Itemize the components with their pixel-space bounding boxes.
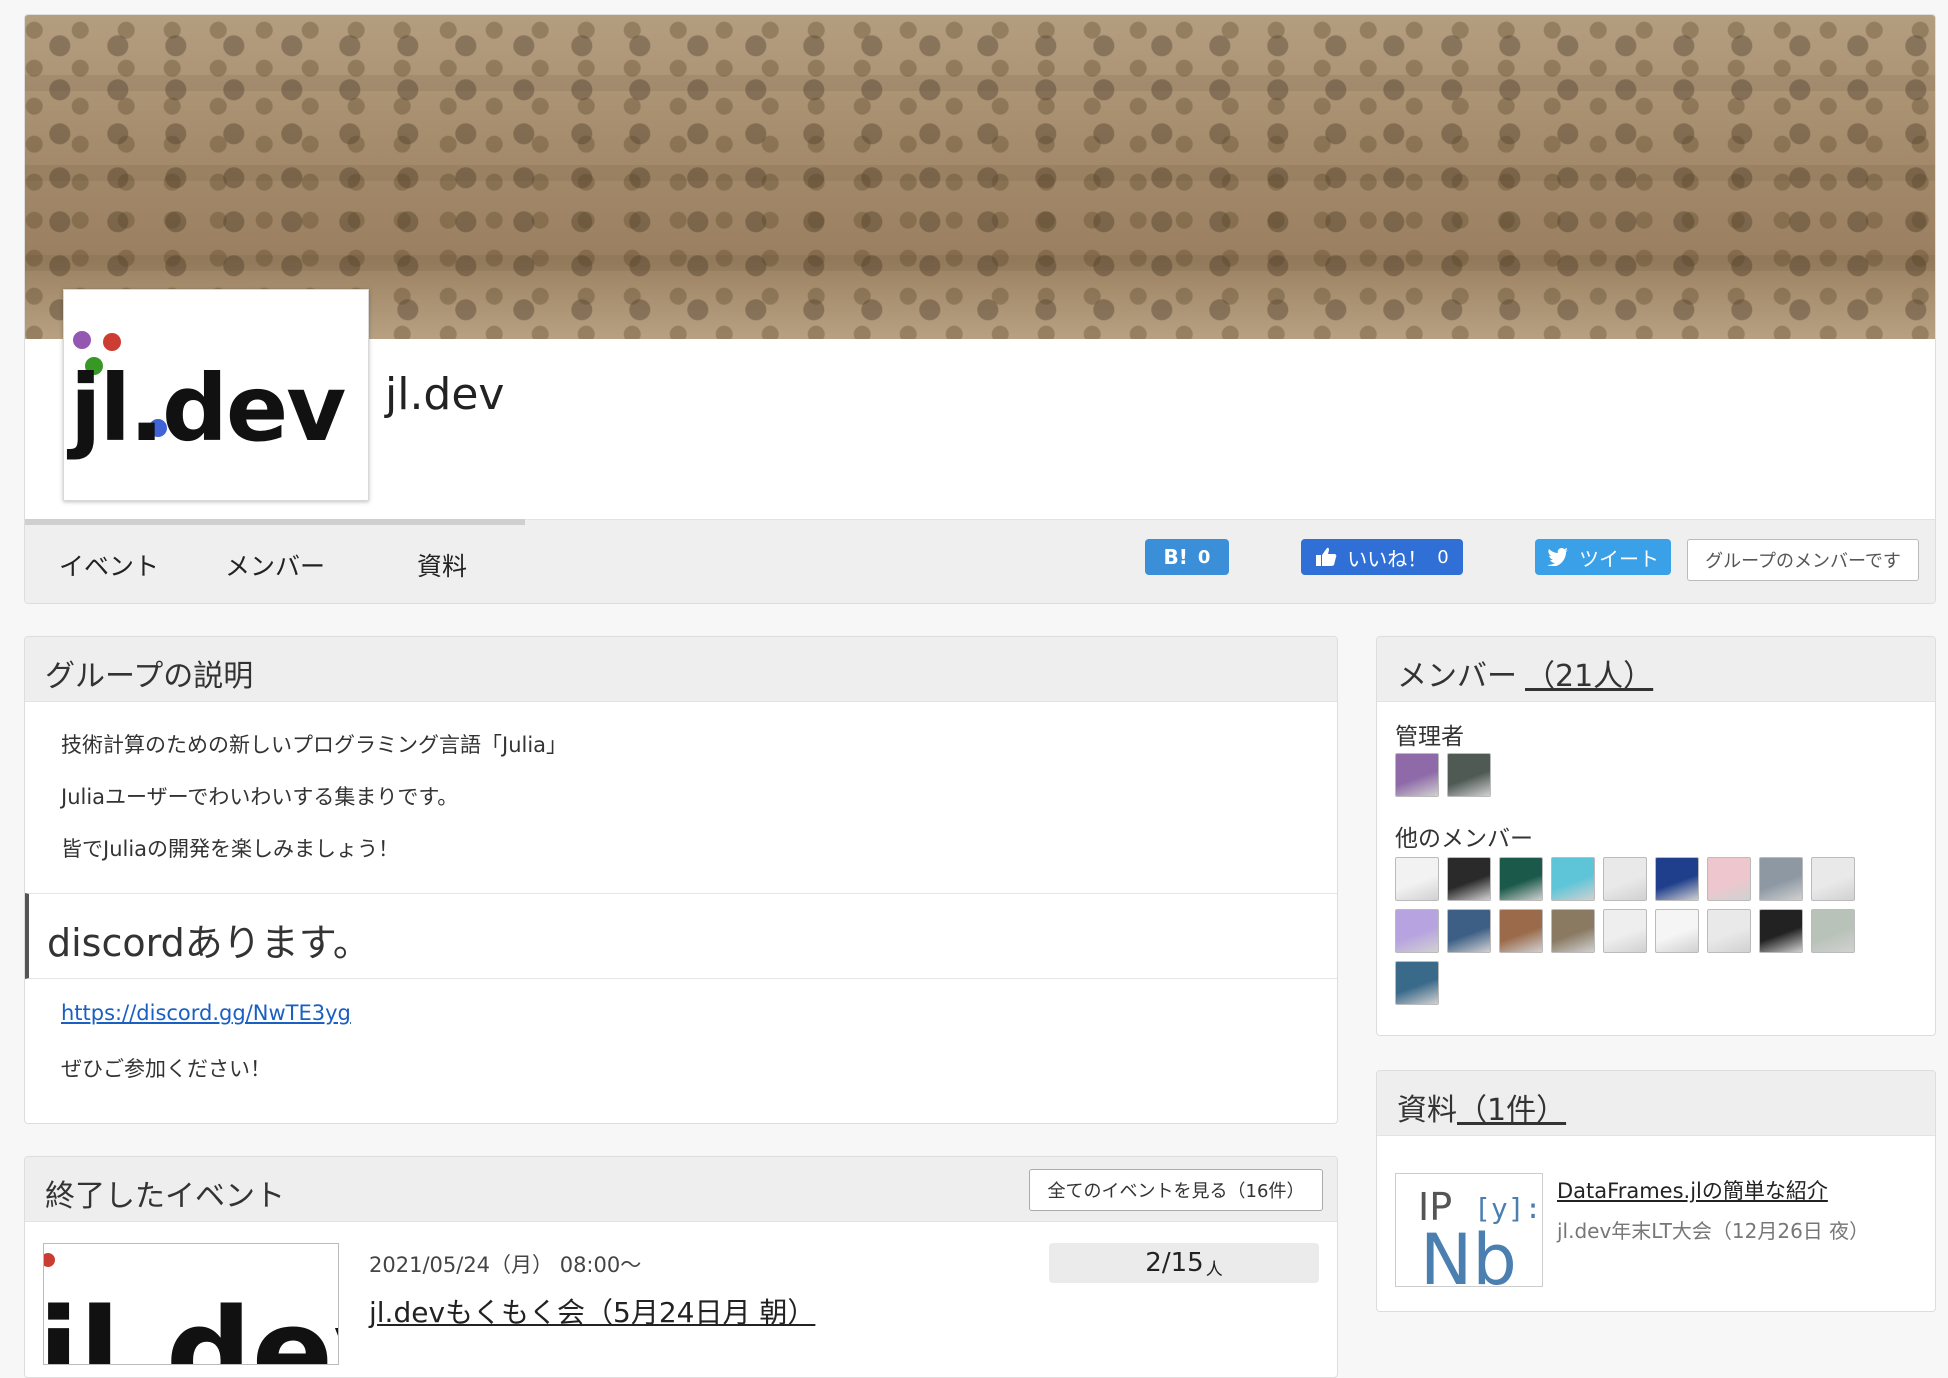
member-avatar[interactable] (1395, 961, 1439, 1005)
panel-header: グループの説明 (25, 637, 1337, 702)
member-avatar[interactable] (1395, 909, 1439, 953)
event-capacity: 2/15 人 (1049, 1243, 1319, 1283)
discord-heading: discordあります。 (47, 921, 371, 965)
panel-title: 資料（1件） (1397, 1085, 1566, 1129)
description-line: 皆でJuliaの開発を楽しみましょう！ (61, 837, 400, 861)
member-avatar[interactable] (1447, 909, 1491, 953)
member-avatar[interactable] (1395, 857, 1439, 901)
member-avatar[interactable] (1447, 857, 1491, 901)
svg-text:Nb: Nb (1420, 1219, 1517, 1286)
tab-documents[interactable]: 資料 (417, 547, 467, 583)
julia-dot-red (103, 333, 121, 351)
tweet-button[interactable]: ツイート (1535, 539, 1671, 575)
other-members-heading: 他のメンバー (1395, 826, 1533, 852)
panel-header: 資料（1件） (1377, 1071, 1935, 1136)
hatena-bookmark-button[interactable]: B! 0 (1145, 539, 1229, 575)
admin-avatar-list (1395, 753, 1915, 799)
document-title-link[interactable]: DataFrames.jlの簡単な紹介 (1557, 1175, 1828, 1205)
member-avatar[interactable] (1759, 857, 1803, 901)
member-avatar[interactable] (1707, 909, 1751, 953)
members-panel: メンバー （21人） 管理者 他のメンバー (1376, 636, 1936, 1036)
members-title: メンバー (1397, 659, 1517, 694)
member-avatar[interactable] (1499, 857, 1543, 901)
discord-section: discordあります。 (25, 893, 1337, 979)
capacity-unit: 人 (1205, 1259, 1223, 1280)
ipynb-icon: IP [y]: Nb (1418, 1185, 1541, 1286)
event-title-link[interactable]: jl.devもくもく会（5月24日月 朝） (369, 1291, 815, 1331)
panel-header: メンバー （21人） (1377, 637, 1935, 702)
docs-title: 資料 (1397, 1093, 1457, 1128)
member-avatar[interactable] (1707, 857, 1751, 901)
member-avatar-list (1395, 857, 1915, 1017)
hatena-label: B! (1163, 545, 1188, 569)
group-logo: jl.dev (63, 289, 369, 501)
cover-shade (25, 165, 1935, 181)
twitter-bird-icon (1547, 548, 1568, 566)
member-avatar[interactable] (1603, 857, 1647, 901)
past-events-panel: 終了したイベント 全てのイベントを見る（16件） jl.dev 2021/05/… (24, 1156, 1338, 1378)
panel-title: グループの説明 (45, 659, 254, 694)
admins-heading: 管理者 (1395, 724, 1464, 750)
panel-title: メンバー （21人） (1397, 651, 1653, 695)
cover-shade (25, 75, 1935, 91)
member-avatar[interactable] (1655, 857, 1699, 901)
logo-text: jl.dev (66, 355, 345, 462)
member-avatar[interactable] (1759, 909, 1803, 953)
member-avatar[interactable] (1603, 909, 1647, 953)
hatena-count: 0 (1197, 546, 1211, 568)
members-count-link[interactable]: （21人） (1525, 659, 1653, 694)
member-avatar[interactable] (1551, 857, 1595, 901)
documents-panel: 資料（1件） IP [y]: Nb DataFrames.jlの簡単な紹介 jl… (1376, 1070, 1936, 1312)
julia-dot-red (44, 1253, 55, 1267)
thumbs-up-icon (1316, 547, 1337, 566)
member-avatar[interactable] (1395, 753, 1439, 797)
description-line: 技術計算のための新しいプログラミング言語「Julia」 (61, 733, 568, 757)
member-avatar[interactable] (1811, 909, 1855, 953)
member-avatar[interactable] (1811, 857, 1855, 901)
discord-link[interactable]: https://discord.gg/NwTE3yg (61, 1001, 351, 1025)
cover-shade (25, 255, 1935, 271)
tweet-label: ツイート (1579, 546, 1659, 571)
member-avatar[interactable] (1499, 909, 1543, 953)
panel-header: 終了したイベント 全てのイベントを見る（16件） (25, 1157, 1337, 1222)
event-thumbnail[interactable]: jl.dev (43, 1243, 339, 1365)
capacity-value: 2/15 (1145, 1248, 1204, 1278)
facebook-like-button[interactable]: いいね！ 0 (1301, 539, 1463, 575)
all-events-button[interactable]: 全てのイベントを見る（16件） (1029, 1169, 1323, 1211)
like-label: いいね！ (1347, 546, 1428, 571)
nav-indicator (25, 519, 525, 525)
group-description-panel: グループの説明 技術計算のための新しいプログラミング言語「Julia」 Juli… (24, 636, 1338, 1124)
event-date: 2021/05/24（月） 08:00〜 (369, 1253, 642, 1277)
member-avatar[interactable] (1655, 909, 1699, 953)
docs-count-link[interactable]: （1件） (1457, 1093, 1566, 1128)
tab-events[interactable]: イベント (59, 547, 159, 583)
panel-title: 終了したイベント (45, 1179, 285, 1214)
like-count: 0 (1437, 546, 1449, 568)
julia-dot-purple (73, 331, 91, 349)
group-name: jl.dev (385, 369, 505, 420)
event-logo-text: jl.dev (44, 1284, 338, 1364)
ipynb-thumbnail[interactable]: IP [y]: Nb (1395, 1173, 1543, 1287)
member-avatar[interactable] (1447, 753, 1491, 797)
member-avatar[interactable] (1551, 909, 1595, 953)
member-status-button[interactable]: グループのメンバーです (1687, 539, 1919, 581)
group-header: jl.dev jl.dev イベント メンバー 資料 B! 0 いいね！ 0 ツ… (24, 14, 1936, 604)
description-line: Juliaユーザーでわいわいする集まりです。 (61, 785, 459, 809)
document-event: jl.dev年末LT大会（12月26日 夜） (1557, 1219, 1870, 1243)
description-closing: ぜひご参加ください！ (61, 1057, 271, 1081)
tab-members[interactable]: メンバー (225, 547, 325, 583)
